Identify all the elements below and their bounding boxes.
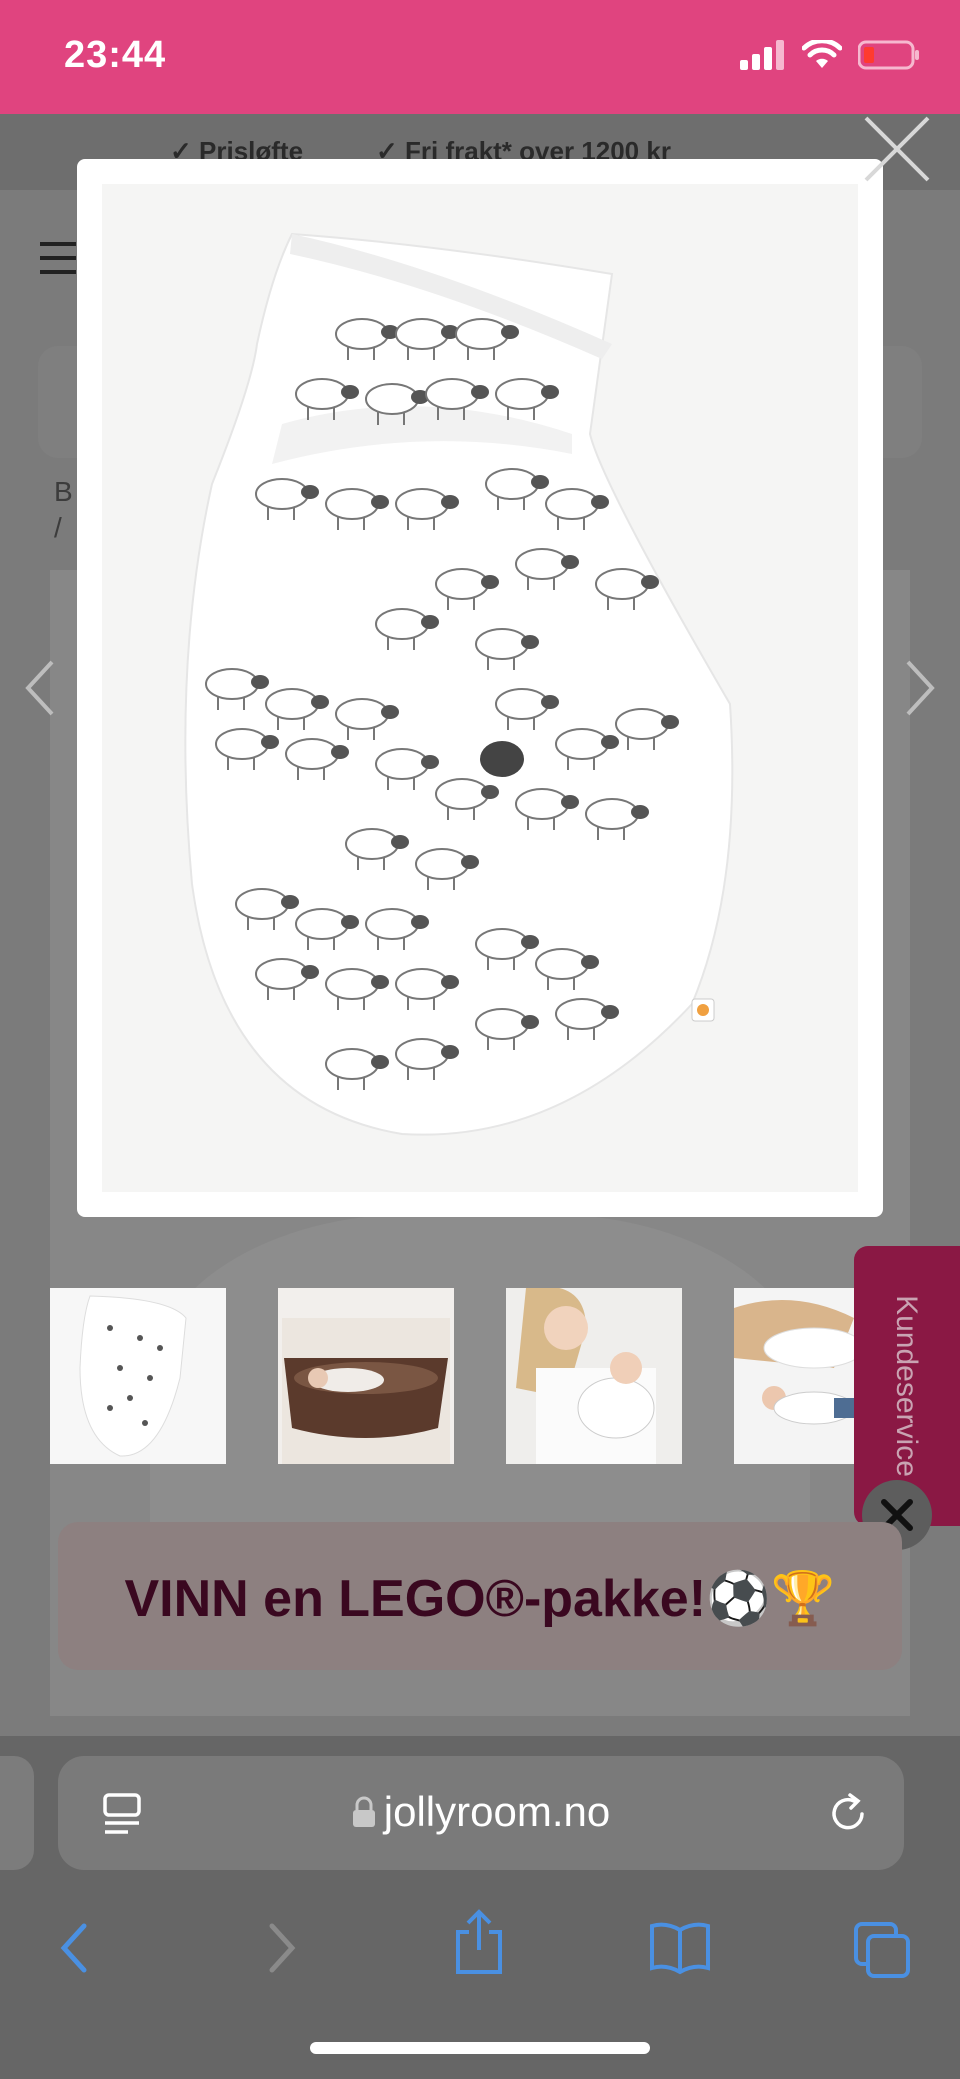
thumbnail-strip: [50, 1288, 910, 1464]
back-icon[interactable]: [56, 1920, 92, 1976]
thumb-baby-in-bowl[interactable]: [278, 1288, 454, 1464]
tabs-icon[interactable]: [852, 1920, 912, 1980]
battery-icon: [858, 40, 919, 70]
menu-icon[interactable]: [40, 242, 76, 284]
breadcrumb-line: /: [54, 512, 62, 543]
url-text: jollyroom.no: [383, 1788, 611, 1835]
status-bar: 23:44: [0, 0, 960, 114]
image-lightbox: [77, 159, 883, 1217]
previous-tab-peek[interactable]: [0, 1756, 34, 1870]
thumb-mother-holding-baby[interactable]: [506, 1288, 682, 1464]
close-icon: [864, 116, 930, 182]
lightbox-close-button[interactable]: [862, 114, 932, 184]
bookmarks-icon[interactable]: [648, 1920, 712, 1976]
contest-banner[interactable]: VINN en LEGO®-pakke!⚽🏆: [58, 1522, 902, 1670]
home-indicator: [310, 2042, 650, 2054]
breadcrumb: B /: [54, 474, 73, 546]
lock-icon: [352, 1796, 375, 1827]
share-icon[interactable]: [452, 1908, 506, 1976]
lightbox-image: [102, 184, 858, 1192]
signal-icon: [740, 40, 784, 70]
status-icons: [740, 40, 920, 70]
thumb-swaddle-product[interactable]: [50, 1288, 226, 1464]
reload-icon[interactable]: [826, 1792, 870, 1836]
browser-toolbar: [0, 1904, 960, 2000]
customer-service-label: Kundeservice: [890, 1295, 923, 1477]
forward-icon[interactable]: [264, 1920, 300, 1976]
wifi-icon: [802, 40, 842, 68]
gallery-next-icon[interactable]: [900, 658, 940, 718]
gallery-prev-icon[interactable]: [20, 658, 60, 718]
swaddle-product-image: [184, 232, 734, 1136]
status-time: 23:44: [64, 34, 167, 76]
browser-chrome: jollyroom.no: [0, 1736, 960, 2079]
url-display: jollyroom.no: [58, 1788, 904, 1836]
breadcrumb-line: B: [54, 476, 73, 507]
address-bar[interactable]: jollyroom.no: [58, 1756, 904, 1870]
contest-banner-text: VINN en LEGO®-pakke!⚽🏆: [124, 1570, 836, 1628]
